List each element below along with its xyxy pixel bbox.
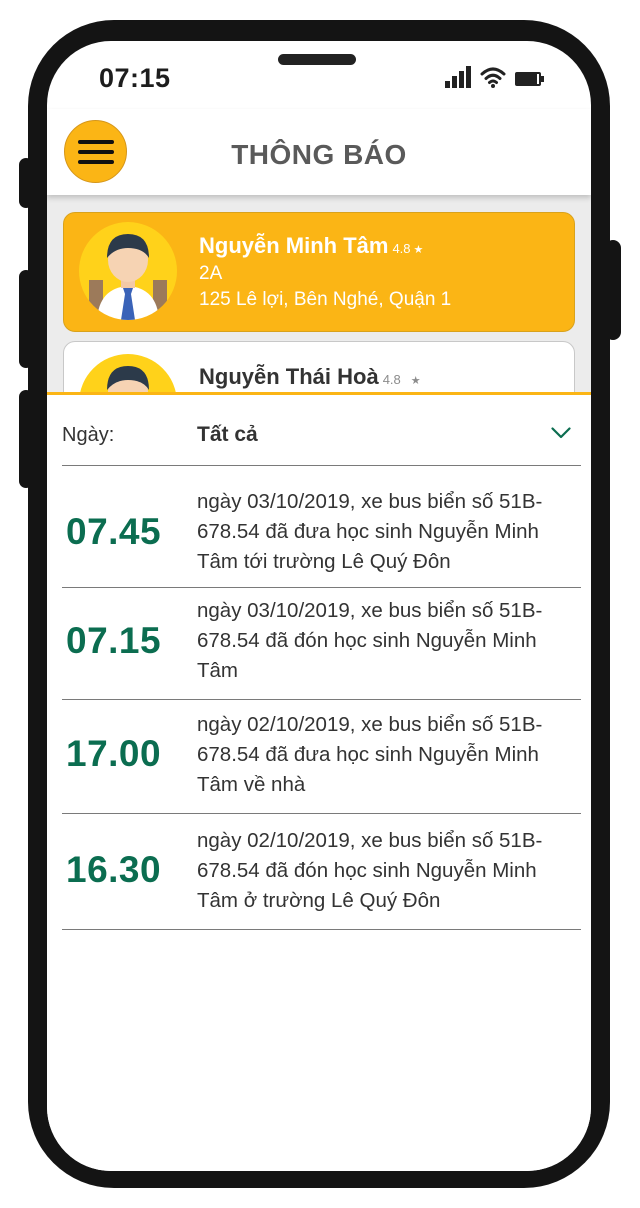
speaker-notch bbox=[278, 54, 356, 65]
notification-item[interactable]: 16.30 ngày 02/10/2019, xe bus biển số 51… bbox=[62, 814, 581, 930]
student-name: Nguyễn Minh Tâm 4.8 ★ bbox=[199, 233, 424, 258]
notification-text: ngày 02/10/2019, xe bus biển số 51B-678.… bbox=[197, 713, 543, 796]
notification-text: ngày 03/10/2019, xe bus biển số 51B-678.… bbox=[197, 490, 543, 573]
notification-panel: Ngày: Tất cả 07.45 ngày 03/10/2019, xe b… bbox=[47, 392, 591, 1171]
star-icon: ★ bbox=[410, 375, 421, 387]
chevron-down-icon[interactable] bbox=[551, 427, 571, 439]
page-title: THÔNG BÁO bbox=[231, 139, 407, 170]
filter-label: Ngày: bbox=[62, 424, 115, 446]
notification-item[interactable]: 17.00 ngày 02/10/2019, xe bus biển số 51… bbox=[62, 700, 581, 814]
notification-text: ngày 02/10/2019, xe bus biển số 51B-678.… bbox=[197, 829, 543, 912]
phone-screen: 07:15 THÔNG BÁO Nguyễn Minh Tâm 4.8 ★ 2A… bbox=[47, 41, 591, 1171]
student-class: 2A bbox=[199, 263, 223, 284]
student-avatar bbox=[79, 222, 177, 320]
star-icon: ★ bbox=[413, 244, 424, 256]
status-icons bbox=[445, 66, 545, 88]
notification-time: 16.30 bbox=[66, 849, 162, 890]
wifi-icon bbox=[480, 67, 506, 88]
notification-time: 07.45 bbox=[66, 511, 162, 552]
notification-time: 17.00 bbox=[66, 733, 162, 774]
notification-text: ngày 03/10/2019, xe bus biển số 51B-678.… bbox=[197, 599, 543, 682]
student-rating: 4.8 bbox=[382, 372, 401, 387]
status-time: 07:15 bbox=[99, 63, 171, 93]
student-card[interactable]: Nguyễn Thái Hoà 4.8 ★ bbox=[63, 341, 575, 395]
notification-item[interactable]: 07.45 ngày 03/10/2019, xe bus biển số 51… bbox=[62, 466, 581, 588]
date-filter[interactable]: Ngày: Tất cả bbox=[62, 395, 581, 466]
filter-value[interactable]: Tất cả bbox=[197, 423, 258, 447]
student-name: Nguyễn Thái Hoà 4.8 ★ bbox=[199, 364, 421, 389]
signal-icon bbox=[445, 66, 471, 88]
notification-time: 07.15 bbox=[66, 620, 162, 661]
notification-list: 07.45 ngày 03/10/2019, xe bus biển số 51… bbox=[62, 466, 581, 930]
notification-item[interactable]: 07.15 ngày 03/10/2019, xe bus biển số 51… bbox=[62, 588, 581, 700]
student-card[interactable]: Nguyễn Minh Tâm 4.8 ★ 2A 125 Lê lợi, Bên N… bbox=[63, 212, 575, 332]
student-rating: 4.8 bbox=[392, 241, 411, 256]
student-address: 125 Lê lợi, Bên Nghé, Quận 1 bbox=[199, 289, 452, 310]
student-avatar bbox=[79, 354, 177, 395]
student-list: Nguyễn Minh Tâm 4.8 ★ 2A 125 Lê lợi, Bên N… bbox=[47, 195, 591, 395]
app-header: THÔNG BÁO bbox=[47, 109, 591, 195]
battery-icon bbox=[515, 72, 544, 86]
